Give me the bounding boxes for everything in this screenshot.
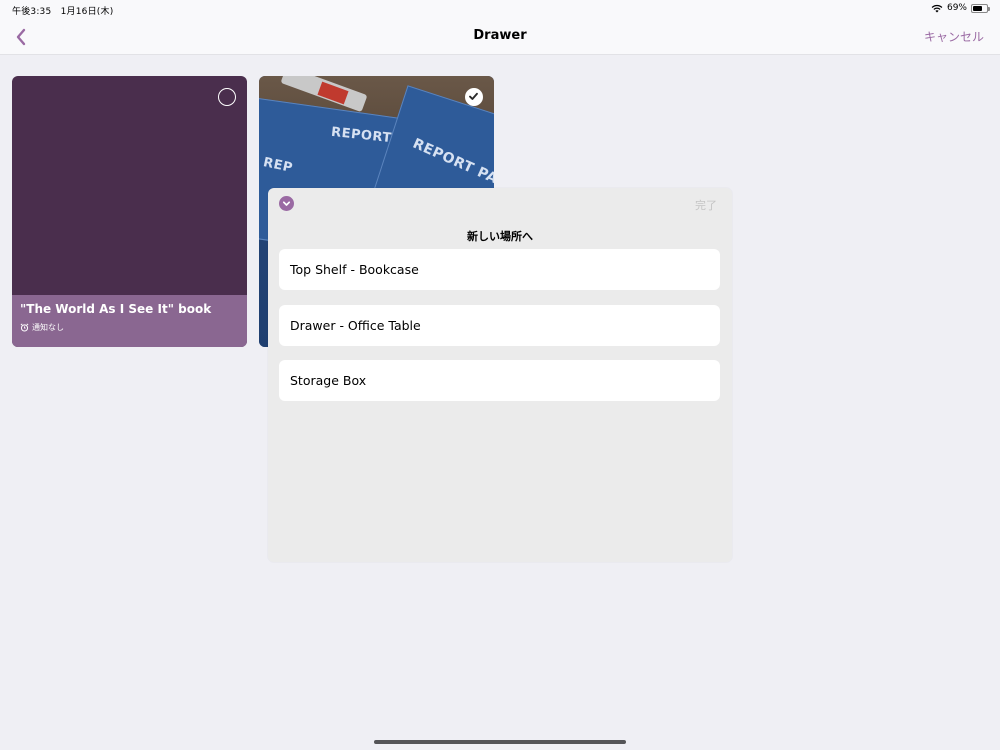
battery-level	[973, 5, 982, 11]
checkmark-icon[interactable]	[465, 88, 483, 106]
card-footer: "The World As I See It" book 通知なし	[12, 295, 247, 347]
alarm-clock-icon	[20, 323, 29, 332]
battery-icon	[971, 3, 990, 13]
location-label: Top Shelf - Bookcase	[290, 262, 419, 277]
move-location-sheet: 完了 新しい場所へ Top Shelf - Bookcase Drawer - …	[268, 188, 732, 562]
wifi-icon	[931, 4, 943, 12]
card-reminder-text: 通知なし	[32, 323, 64, 332]
screen: 午後3:35 1月16日(木) 69% Drawer キャンセル "The Wo…	[0, 0, 1000, 750]
chevron-down-icon	[282, 201, 291, 206]
cancel-button[interactable]: キャンセル	[924, 28, 984, 45]
card-title: "The World As I See It" book	[20, 302, 212, 316]
status-indicators: 69%	[931, 3, 990, 13]
item-card[interactable]: "The World As I See It" book 通知なし	[12, 76, 247, 347]
status-time: 午後3:35	[12, 7, 52, 17]
status-bar: 午後3:35 1月16日(木) 69%	[0, 0, 1000, 18]
location-item-storage-box[interactable]: Storage Box	[279, 360, 720, 401]
page-title: Drawer	[473, 28, 527, 43]
location-item-drawer[interactable]: Drawer - Office Table	[279, 305, 720, 346]
status-date: 1月16日(木)	[60, 7, 114, 17]
home-indicator[interactable]	[374, 740, 626, 744]
status-time-date: 午後3:35 1月16日(木)	[12, 4, 113, 17]
navigation-bar: Drawer キャンセル	[0, 18, 1000, 55]
card-reminder: 通知なし	[20, 322, 239, 333]
collapse-button[interactable]	[279, 196, 294, 211]
battery-percent: 69%	[946, 3, 967, 13]
location-label: Storage Box	[290, 373, 367, 388]
sheet-title: 新しい場所へ	[467, 230, 533, 243]
select-circle-icon[interactable]	[218, 88, 236, 106]
location-item-top-shelf[interactable]: Top Shelf - Bookcase	[279, 249, 720, 290]
done-button[interactable]: 完了	[695, 197, 717, 213]
location-label: Drawer - Office Table	[290, 318, 421, 333]
